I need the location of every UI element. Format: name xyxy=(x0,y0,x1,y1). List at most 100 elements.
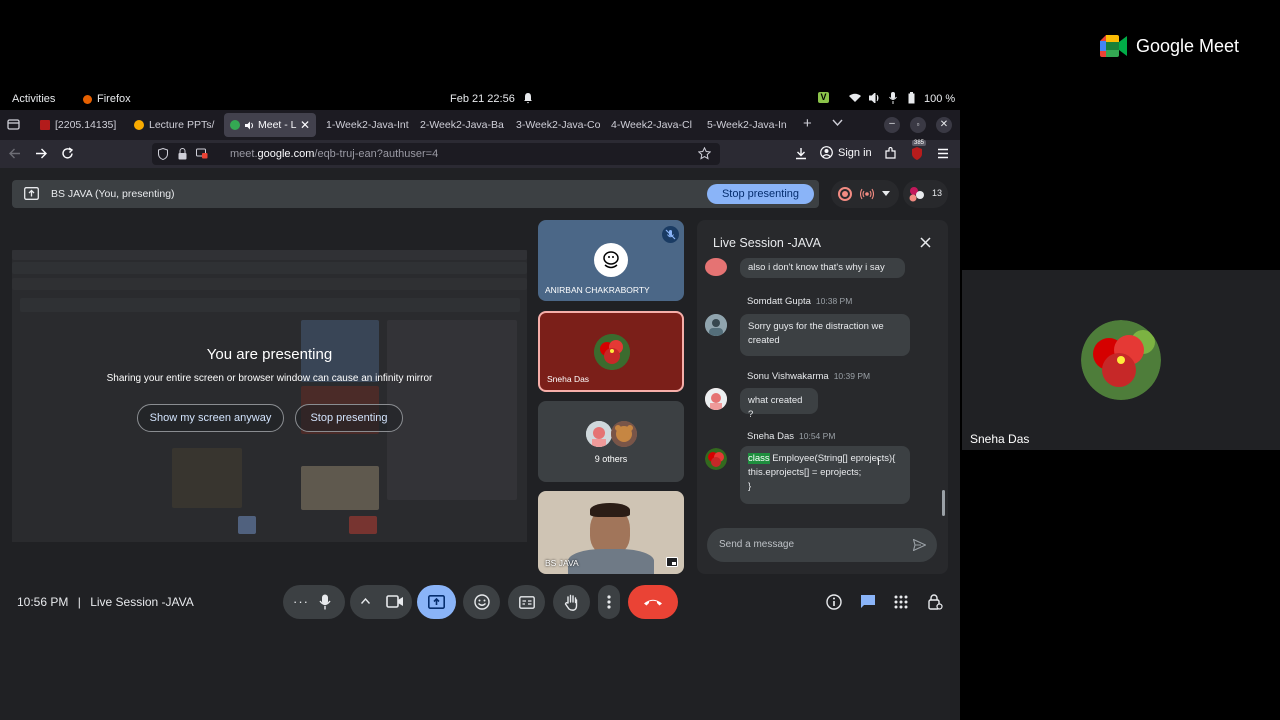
download-icon[interactable] xyxy=(795,147,807,160)
ublock-icon[interactable]: 385 xyxy=(909,140,927,160)
chat-input[interactable]: Send a message xyxy=(707,528,937,562)
meeting-time: 10:56 PM xyxy=(17,595,69,609)
audio-controls: ··· xyxy=(283,585,345,619)
stop-presenting-top-button[interactable]: Stop presenting xyxy=(707,184,814,204)
more-options-button[interactable] xyxy=(598,585,620,619)
participant-tile-others[interactable]: 9 others xyxy=(538,401,684,482)
camera-button[interactable] xyxy=(386,595,404,608)
avatar xyxy=(705,258,727,276)
chat-icon[interactable] xyxy=(860,594,876,610)
more-audio-icon[interactable]: ··· xyxy=(293,594,309,609)
show-my-screen-button[interactable]: Show my screen anyway xyxy=(137,404,284,432)
browser-tab-bar: [2205.14135] Lecture PPTs/ Meet - L ✕ 1-… xyxy=(0,110,960,140)
bell-icon xyxy=(523,92,533,104)
captions-button[interactable] xyxy=(508,585,545,619)
chevron-up-icon[interactable] xyxy=(361,598,370,604)
leave-call-button[interactable] xyxy=(628,585,678,619)
meeting-info: 10:56 PM | Live Session -JAVA xyxy=(17,595,194,609)
avatar xyxy=(611,421,637,447)
activities-button[interactable]: Activities xyxy=(12,93,55,105)
chat-message: Sorry guys for the distraction we create… xyxy=(740,314,910,356)
battery-level: 100 % xyxy=(924,93,956,105)
browser-nav-bar: meet.google.com/eqb-truj-ean?authuser=4 … xyxy=(0,140,960,168)
minimize-button[interactable]: – xyxy=(884,117,900,133)
mic-icon xyxy=(889,92,897,104)
tab-week2-2[interactable]: 2-Week2-Java-Ba xyxy=(414,113,504,137)
participant-tile-anirban[interactable]: ANIRBAN CHAKRABORTY xyxy=(538,220,684,301)
clock[interactable]: Feb 21 22:56 xyxy=(450,93,515,105)
meet-icon xyxy=(230,120,240,130)
host-controls-icon[interactable] xyxy=(927,593,943,610)
hamburger-menu-icon[interactable] xyxy=(937,148,949,159)
screen-preview: You are presenting Sharing your entire s… xyxy=(12,250,527,542)
wifi-icon xyxy=(849,93,861,103)
back-icon[interactable] xyxy=(9,148,21,159)
raise-hand-button[interactable] xyxy=(553,585,590,619)
account-icon xyxy=(820,146,833,159)
battery-icon xyxy=(908,92,915,104)
meet-logo-icon xyxy=(1100,35,1127,57)
tab-overview-icon[interactable] xyxy=(7,118,20,131)
maximize-button[interactable]: ▫ xyxy=(910,117,926,133)
tab-list-icon[interactable] xyxy=(832,119,843,127)
message-sender: Somdatt Gupta 10:38 PM xyxy=(747,296,853,307)
avatar xyxy=(594,243,628,277)
app-menu[interactable]: Firefox xyxy=(83,93,131,105)
avatar xyxy=(586,421,612,447)
new-tab-button[interactable]: + xyxy=(803,115,812,132)
present-screen-icon xyxy=(428,595,445,609)
video-controls xyxy=(350,585,412,619)
activities-grid-icon[interactable] xyxy=(894,595,908,609)
forward-icon[interactable] xyxy=(35,148,47,159)
present-button[interactable] xyxy=(417,585,456,619)
chevron-down-icon xyxy=(882,191,890,196)
close-window-button[interactable]: ✕ xyxy=(936,117,952,133)
info-icon[interactable] xyxy=(826,594,842,610)
chat-scrollbar[interactable] xyxy=(942,490,945,516)
tab-week2-4[interactable]: 4-Week2-Java-Cl xyxy=(605,113,695,137)
close-tab-icon[interactable]: ✕ xyxy=(300,118,310,132)
stop-presenting-button[interactable]: Stop presenting xyxy=(295,404,403,432)
participant-name: BS JAVA xyxy=(545,558,579,568)
participants-icon xyxy=(908,186,926,202)
lock-icon[interactable] xyxy=(178,148,187,160)
tab-arxiv[interactable]: [2205.14135] xyxy=(34,113,124,137)
bookmark-star-icon[interactable] xyxy=(698,147,711,160)
avatar xyxy=(1081,320,1161,400)
participants-button[interactable]: 13 xyxy=(903,180,948,208)
send-icon[interactable] xyxy=(913,539,926,551)
speaker-icon xyxy=(245,121,255,130)
reload-icon[interactable] xyxy=(61,147,74,160)
presenting-heading: You are presenting xyxy=(206,346,333,363)
tab-lecture-ppts[interactable]: Lecture PPTs/ xyxy=(128,113,220,137)
google-meet-logo: Google Meet xyxy=(1100,35,1239,57)
hand-icon xyxy=(564,594,577,611)
presenting-banner: BS JAVA (You, presenting) Stop presentin… xyxy=(12,180,819,208)
avatar xyxy=(705,448,727,470)
recording-controls[interactable] xyxy=(831,180,899,208)
self-preview-tile[interactable]: Sneha Das xyxy=(962,270,1280,450)
live-stream-icon xyxy=(860,188,874,200)
participant-name: ANIRBAN CHAKRABORTY xyxy=(545,285,650,295)
vpn-icon: V xyxy=(818,92,829,103)
pip-icon[interactable] xyxy=(666,557,678,567)
tab-meet[interactable]: Meet - L ✕ xyxy=(224,113,316,137)
tab-week2-3[interactable]: 3-Week2-Java-Co xyxy=(510,113,600,137)
chat-title: Live Session -JAVA xyxy=(713,236,821,250)
close-icon[interactable] xyxy=(920,237,931,248)
text-cursor-icon: I xyxy=(877,457,880,468)
avatar xyxy=(705,388,727,410)
mic-button[interactable] xyxy=(319,594,331,610)
url-text[interactable]: meet.google.com/eqb-truj-ean?authuser=4 xyxy=(230,148,438,160)
participant-tile-self-video[interactable]: BS JAVA xyxy=(538,491,684,574)
permissions-icon[interactable] xyxy=(196,148,208,159)
signin-button[interactable]: Sign in xyxy=(820,146,872,159)
tab-week2-5[interactable]: 5-Week2-Java-In xyxy=(701,113,791,137)
tab-week2-1[interactable]: 1-Week2-Java-Int xyxy=(320,113,410,137)
shield-icon[interactable] xyxy=(158,148,168,160)
extensions-icon[interactable] xyxy=(884,147,897,160)
address-bar[interactable]: meet.google.com/eqb-truj-ean?authuser=4 xyxy=(152,143,720,165)
participant-tile-sneha[interactable]: Sneha Das xyxy=(538,311,684,392)
meeting-name: Live Session -JAVA xyxy=(90,595,194,609)
reactions-button[interactable] xyxy=(463,585,500,619)
